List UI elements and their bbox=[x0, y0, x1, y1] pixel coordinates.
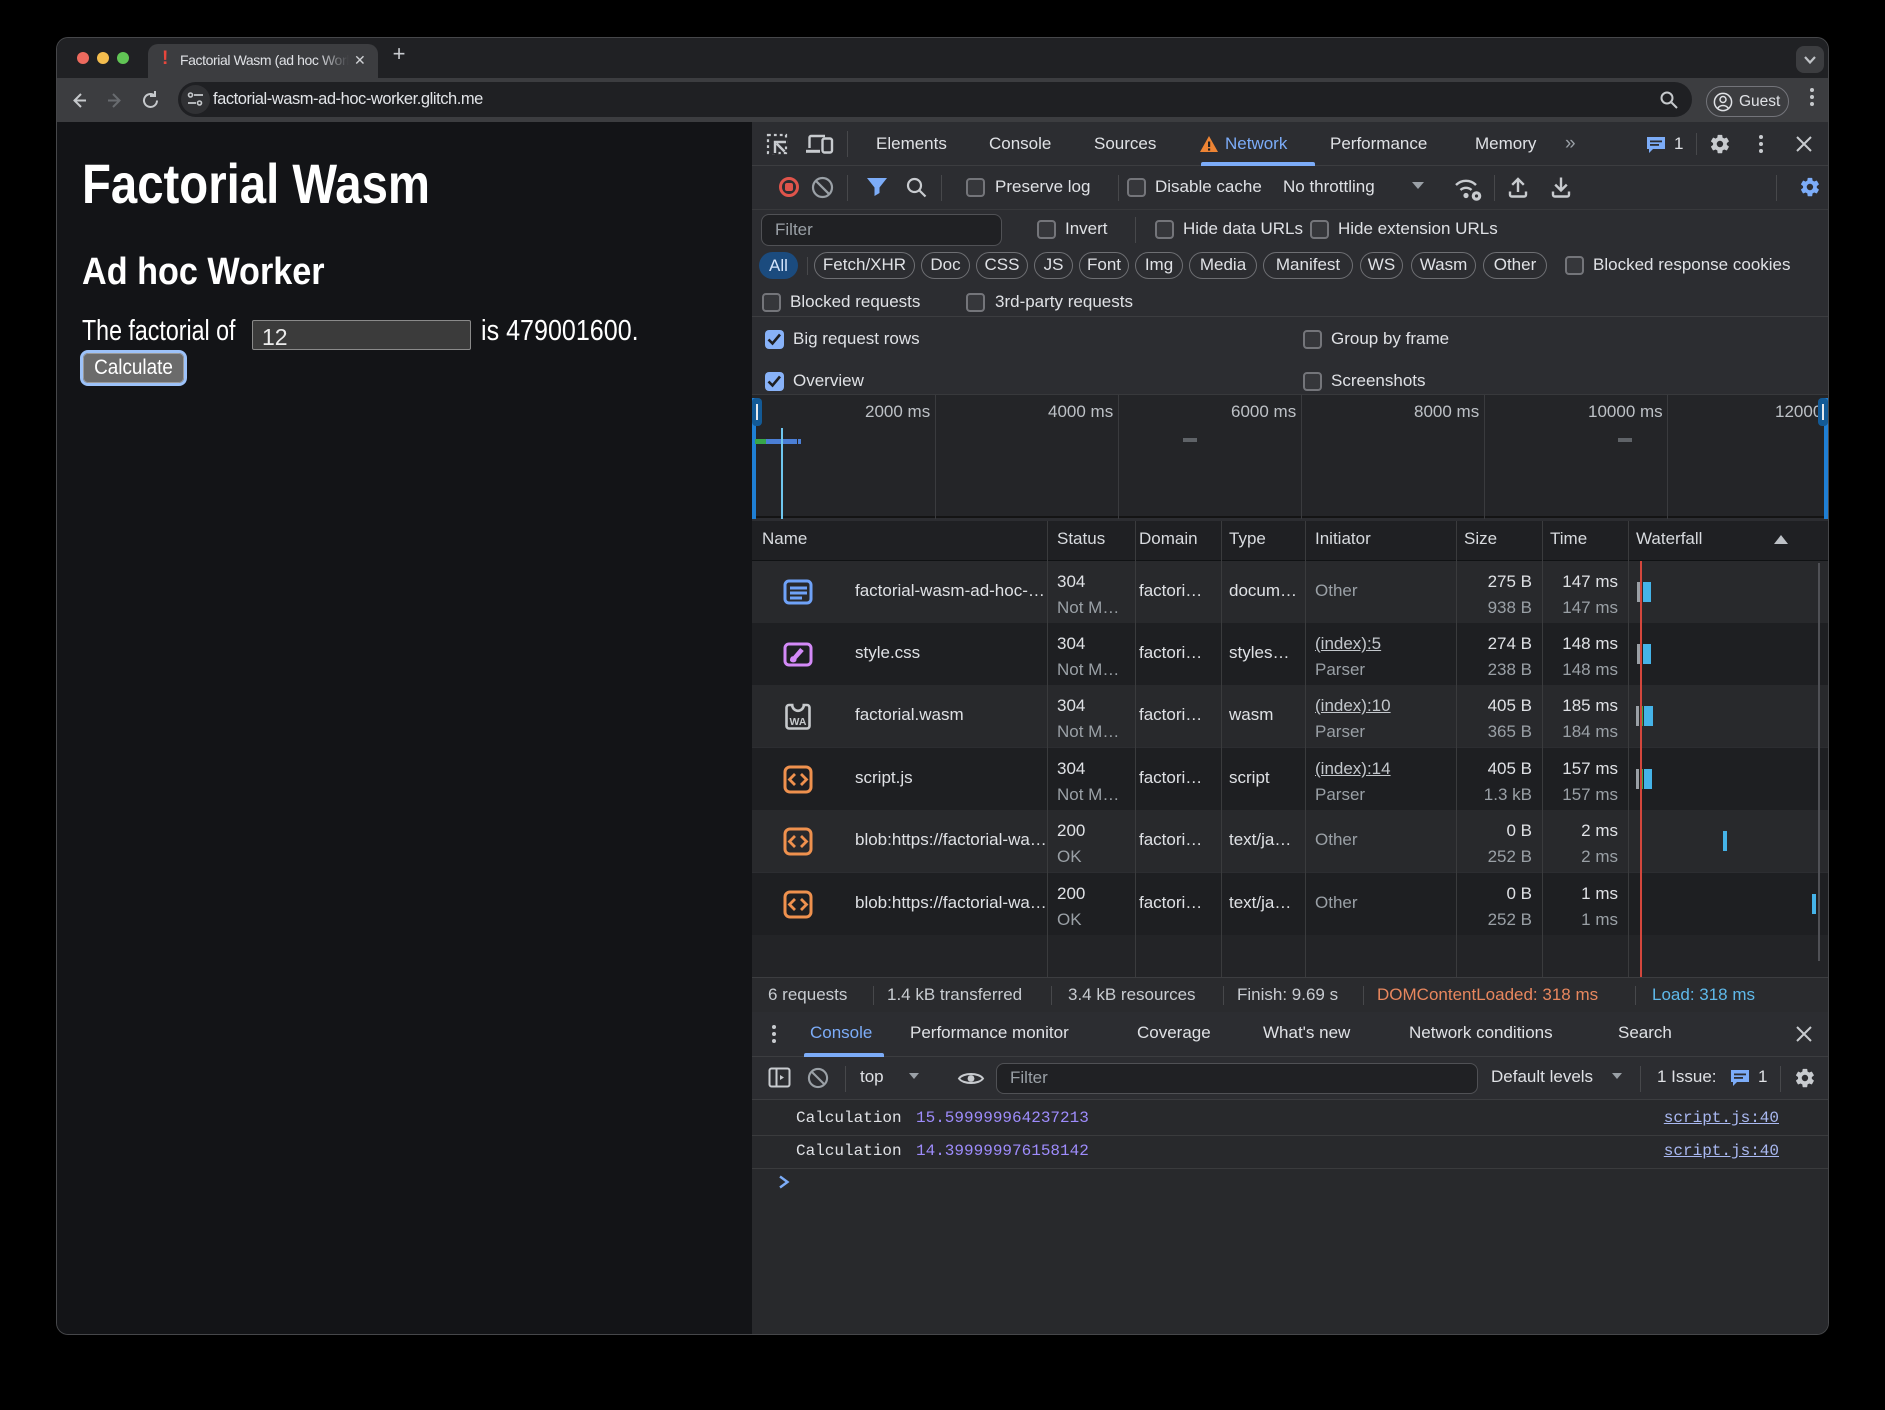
svg-text:WA: WA bbox=[790, 716, 807, 728]
